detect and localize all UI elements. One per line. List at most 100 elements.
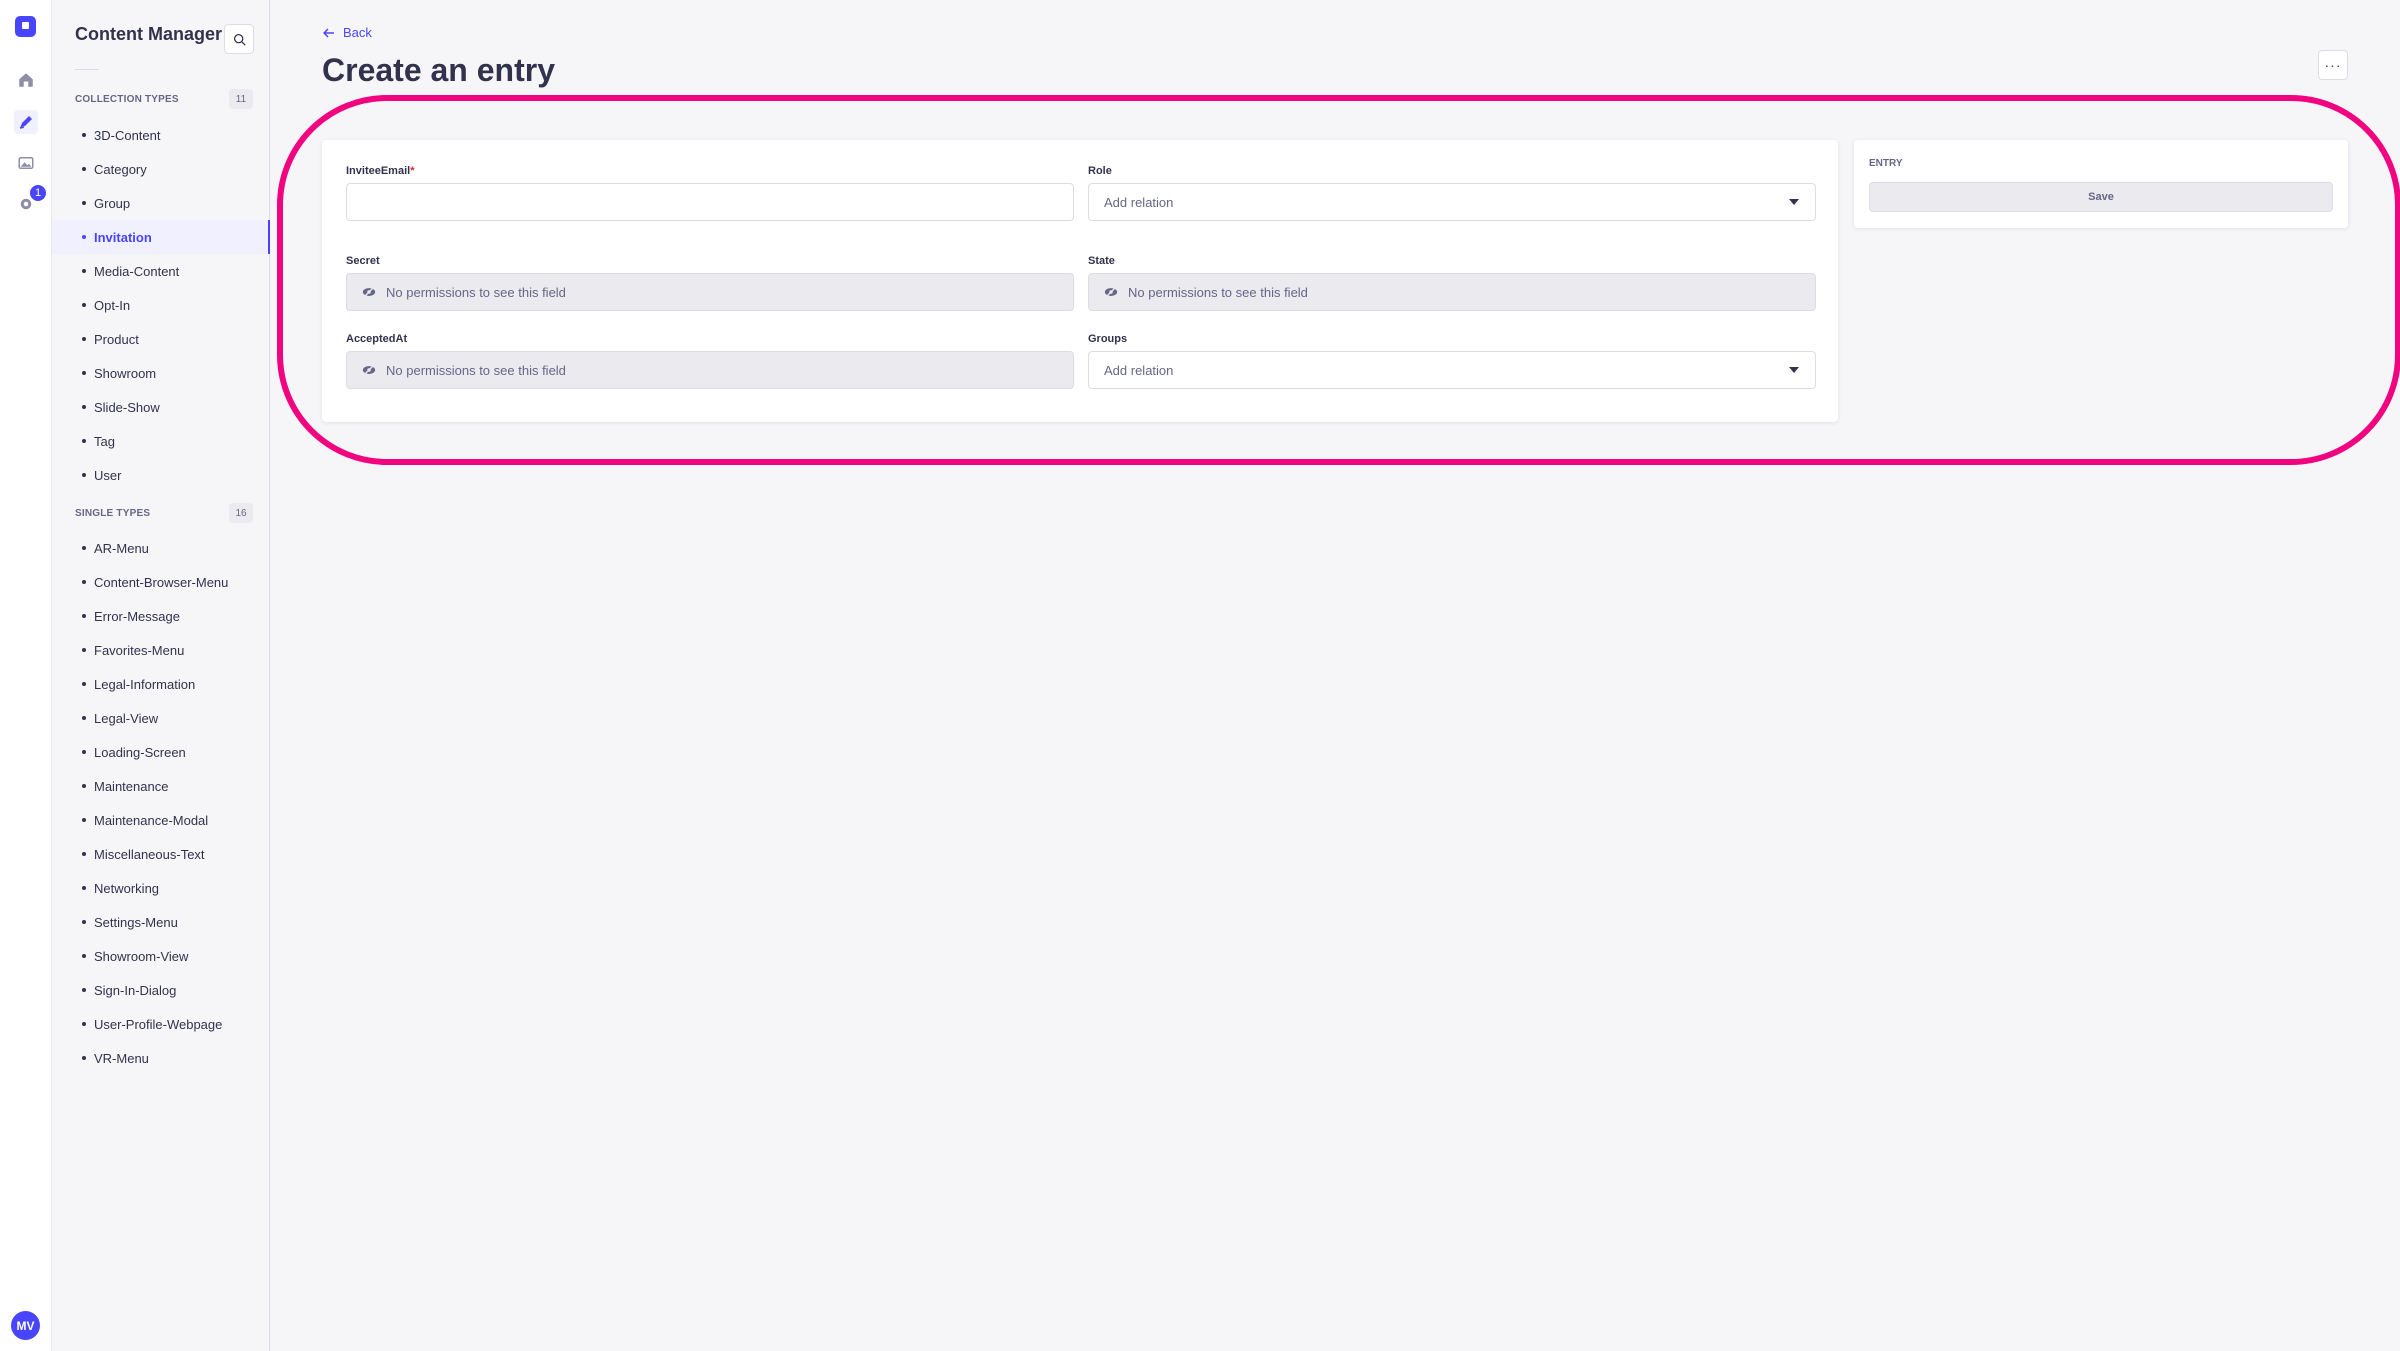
groups-label: Groups: [1088, 333, 1128, 345]
sidebar-item-showroom-view[interactable]: Showroom-View: [52, 939, 270, 973]
bullet-dot: [82, 303, 86, 307]
entry-form: InviteeEmail* Role Add relation Secret N…: [322, 140, 1838, 422]
sidebar-item-label: Content-Browser-Menu: [94, 574, 229, 590]
sidebar-item-maintenance[interactable]: Maintenance: [52, 769, 270, 803]
bullet-dot: [82, 784, 86, 788]
sidebar-item-label: User: [94, 467, 122, 483]
bullet-dot: [82, 235, 86, 239]
state-field: No permissions to see this field: [1088, 273, 1816, 311]
bullet-dot: [82, 818, 86, 822]
eye-off-icon: [362, 364, 376, 376]
sidebar-item-label: Legal-Information: [94, 676, 196, 692]
chevron-down-icon: [1789, 199, 1799, 205]
sidebar-item-label: Opt-In: [94, 297, 131, 313]
sidebar-item-label: Loading-Screen: [94, 744, 186, 760]
sidebar-search-button[interactable]: [224, 24, 254, 54]
sidebar-item-label: User-Profile-Webpage: [94, 1016, 223, 1032]
sidebar-item-label: Showroom-View: [94, 948, 189, 964]
sidebar-item-label: Favorites-Menu: [94, 642, 185, 658]
arrow-left-icon: [323, 27, 334, 38]
sidebar-item-category[interactable]: Category: [52, 152, 270, 186]
sidebar-item-label: Invitation: [94, 229, 152, 245]
sidebar-item-legal-information[interactable]: Legal-Information: [52, 667, 270, 701]
bullet-dot: [82, 920, 86, 924]
media-library-icon[interactable]: [14, 151, 38, 175]
save-button[interactable]: Save: [1869, 182, 2333, 212]
accepted-at-label: AcceptedAt: [346, 333, 408, 345]
home-icon[interactable]: [14, 68, 38, 92]
accepted-at-no-permission-text: No permissions to see this field: [386, 362, 566, 378]
sidebar-item-user-profile-webpage[interactable]: User-Profile-Webpage: [52, 1007, 270, 1041]
user-avatar[interactable]: MV: [11, 1311, 40, 1340]
state-no-permission-text: No permissions to see this field: [1128, 284, 1308, 300]
sidebar-item-showroom[interactable]: Showroom: [52, 356, 270, 390]
sidebar-item-user[interactable]: User: [52, 458, 270, 492]
chevron-down-icon: [1789, 367, 1799, 373]
eye-off-icon: [1104, 286, 1118, 298]
bullet-dot: [82, 886, 86, 890]
bullet-dot: [82, 337, 86, 341]
sidebar-title: Content Manager: [75, 24, 223, 44]
sidebar-item-product[interactable]: Product: [52, 322, 270, 356]
sidebar-item-group[interactable]: Group: [52, 186, 270, 220]
app-logo[interactable]: [15, 16, 36, 37]
sidebar-item-favorites-menu[interactable]: Favorites-Menu: [52, 633, 270, 667]
more-actions-button[interactable]: ···: [2318, 50, 2348, 80]
sidebar-item-settings-menu[interactable]: Settings-Menu: [52, 905, 270, 939]
groups-relation-select[interactable]: Add relation: [1088, 351, 1816, 389]
page-title: Create an entry: [322, 52, 555, 88]
collection-types-heading: Collection Types: [75, 94, 179, 105]
bullet-dot: [82, 133, 86, 137]
bullet-dot: [82, 371, 86, 375]
bullet-dot: [82, 405, 86, 409]
bullet-dot: [82, 750, 86, 754]
sidebar-item-slide-show[interactable]: Slide-Show: [52, 390, 270, 424]
bullet-dot: [82, 580, 86, 584]
bullet-dot: [82, 546, 86, 550]
back-label: Back: [343, 25, 372, 40]
sidebar-item-label: AR-Menu: [94, 540, 149, 556]
secret-field: No permissions to see this field: [346, 273, 1074, 311]
sidebar-item-miscellaneous-text[interactable]: Miscellaneous-Text: [52, 837, 270, 871]
bullet-dot: [82, 1022, 86, 1026]
bullet-dot: [82, 852, 86, 856]
sidebar-item-label: Sign-In-Dialog: [94, 982, 177, 998]
secret-no-permission-text: No permissions to see this field: [386, 284, 566, 300]
sidebar-item-tag[interactable]: Tag: [52, 424, 270, 458]
sidebar-item-ar-menu[interactable]: AR-Menu: [52, 531, 270, 565]
sidebar-item-loading-screen[interactable]: Loading-Screen: [52, 735, 270, 769]
sidebar-item-label: Showroom: [94, 365, 157, 381]
sidebar-item-label: Tag: [94, 433, 115, 449]
sidebar-item-legal-view[interactable]: Legal-View: [52, 701, 270, 735]
secret-label: Secret: [346, 255, 380, 267]
sidebar-item-vr-menu[interactable]: VR-Menu: [52, 1041, 270, 1075]
sidebar-item-invitation[interactable]: Invitation: [52, 220, 270, 254]
entry-panel: Entry Save: [1854, 140, 2348, 228]
sidebar-item-opt-in[interactable]: Opt-In: [52, 288, 270, 322]
sidebar-item-label: Product: [94, 331, 139, 347]
single-types-list: AR-Menu Content-Browser-Menu Error-Message…: [52, 531, 270, 1075]
back-link[interactable]: Back: [323, 25, 372, 40]
role-label: Role: [1088, 165, 1112, 177]
sidebar-item-3d-content[interactable]: 3D-Content: [52, 118, 270, 152]
invitee-email-input[interactable]: [346, 183, 1074, 221]
bullet-dot: [82, 716, 86, 720]
sidebar-item-label: Legal-View: [94, 710, 159, 726]
sidebar-item-networking[interactable]: Networking: [52, 871, 270, 905]
notification-badge: 1: [28, 183, 48, 203]
sidebar-item-content-browser-menu[interactable]: Content-Browser-Menu: [52, 565, 270, 599]
sidebar-item-maintenance-modal[interactable]: Maintenance-Modal: [52, 803, 270, 837]
sidebar-item-error-message[interactable]: Error-Message: [52, 599, 270, 633]
role-placeholder: Add relation: [1104, 194, 1174, 210]
collection-types-list: 3D-Content Category Group Invitation Media-C…: [52, 118, 270, 492]
content-manager-icon[interactable]: [14, 110, 38, 134]
role-relation-select[interactable]: Add relation: [1088, 183, 1816, 221]
bullet-dot: [82, 439, 86, 443]
sidebar-item-media-content[interactable]: Media-Content: [52, 254, 270, 288]
bullet-dot: [82, 682, 86, 686]
sidebar-item-label: 3D-Content: [94, 127, 161, 143]
state-label: State: [1088, 255, 1115, 267]
eye-off-icon: [362, 286, 376, 298]
sidebar-item-label: Networking: [94, 880, 160, 896]
sidebar-item-sign-in-dialog[interactable]: Sign-In-Dialog: [52, 973, 270, 1007]
